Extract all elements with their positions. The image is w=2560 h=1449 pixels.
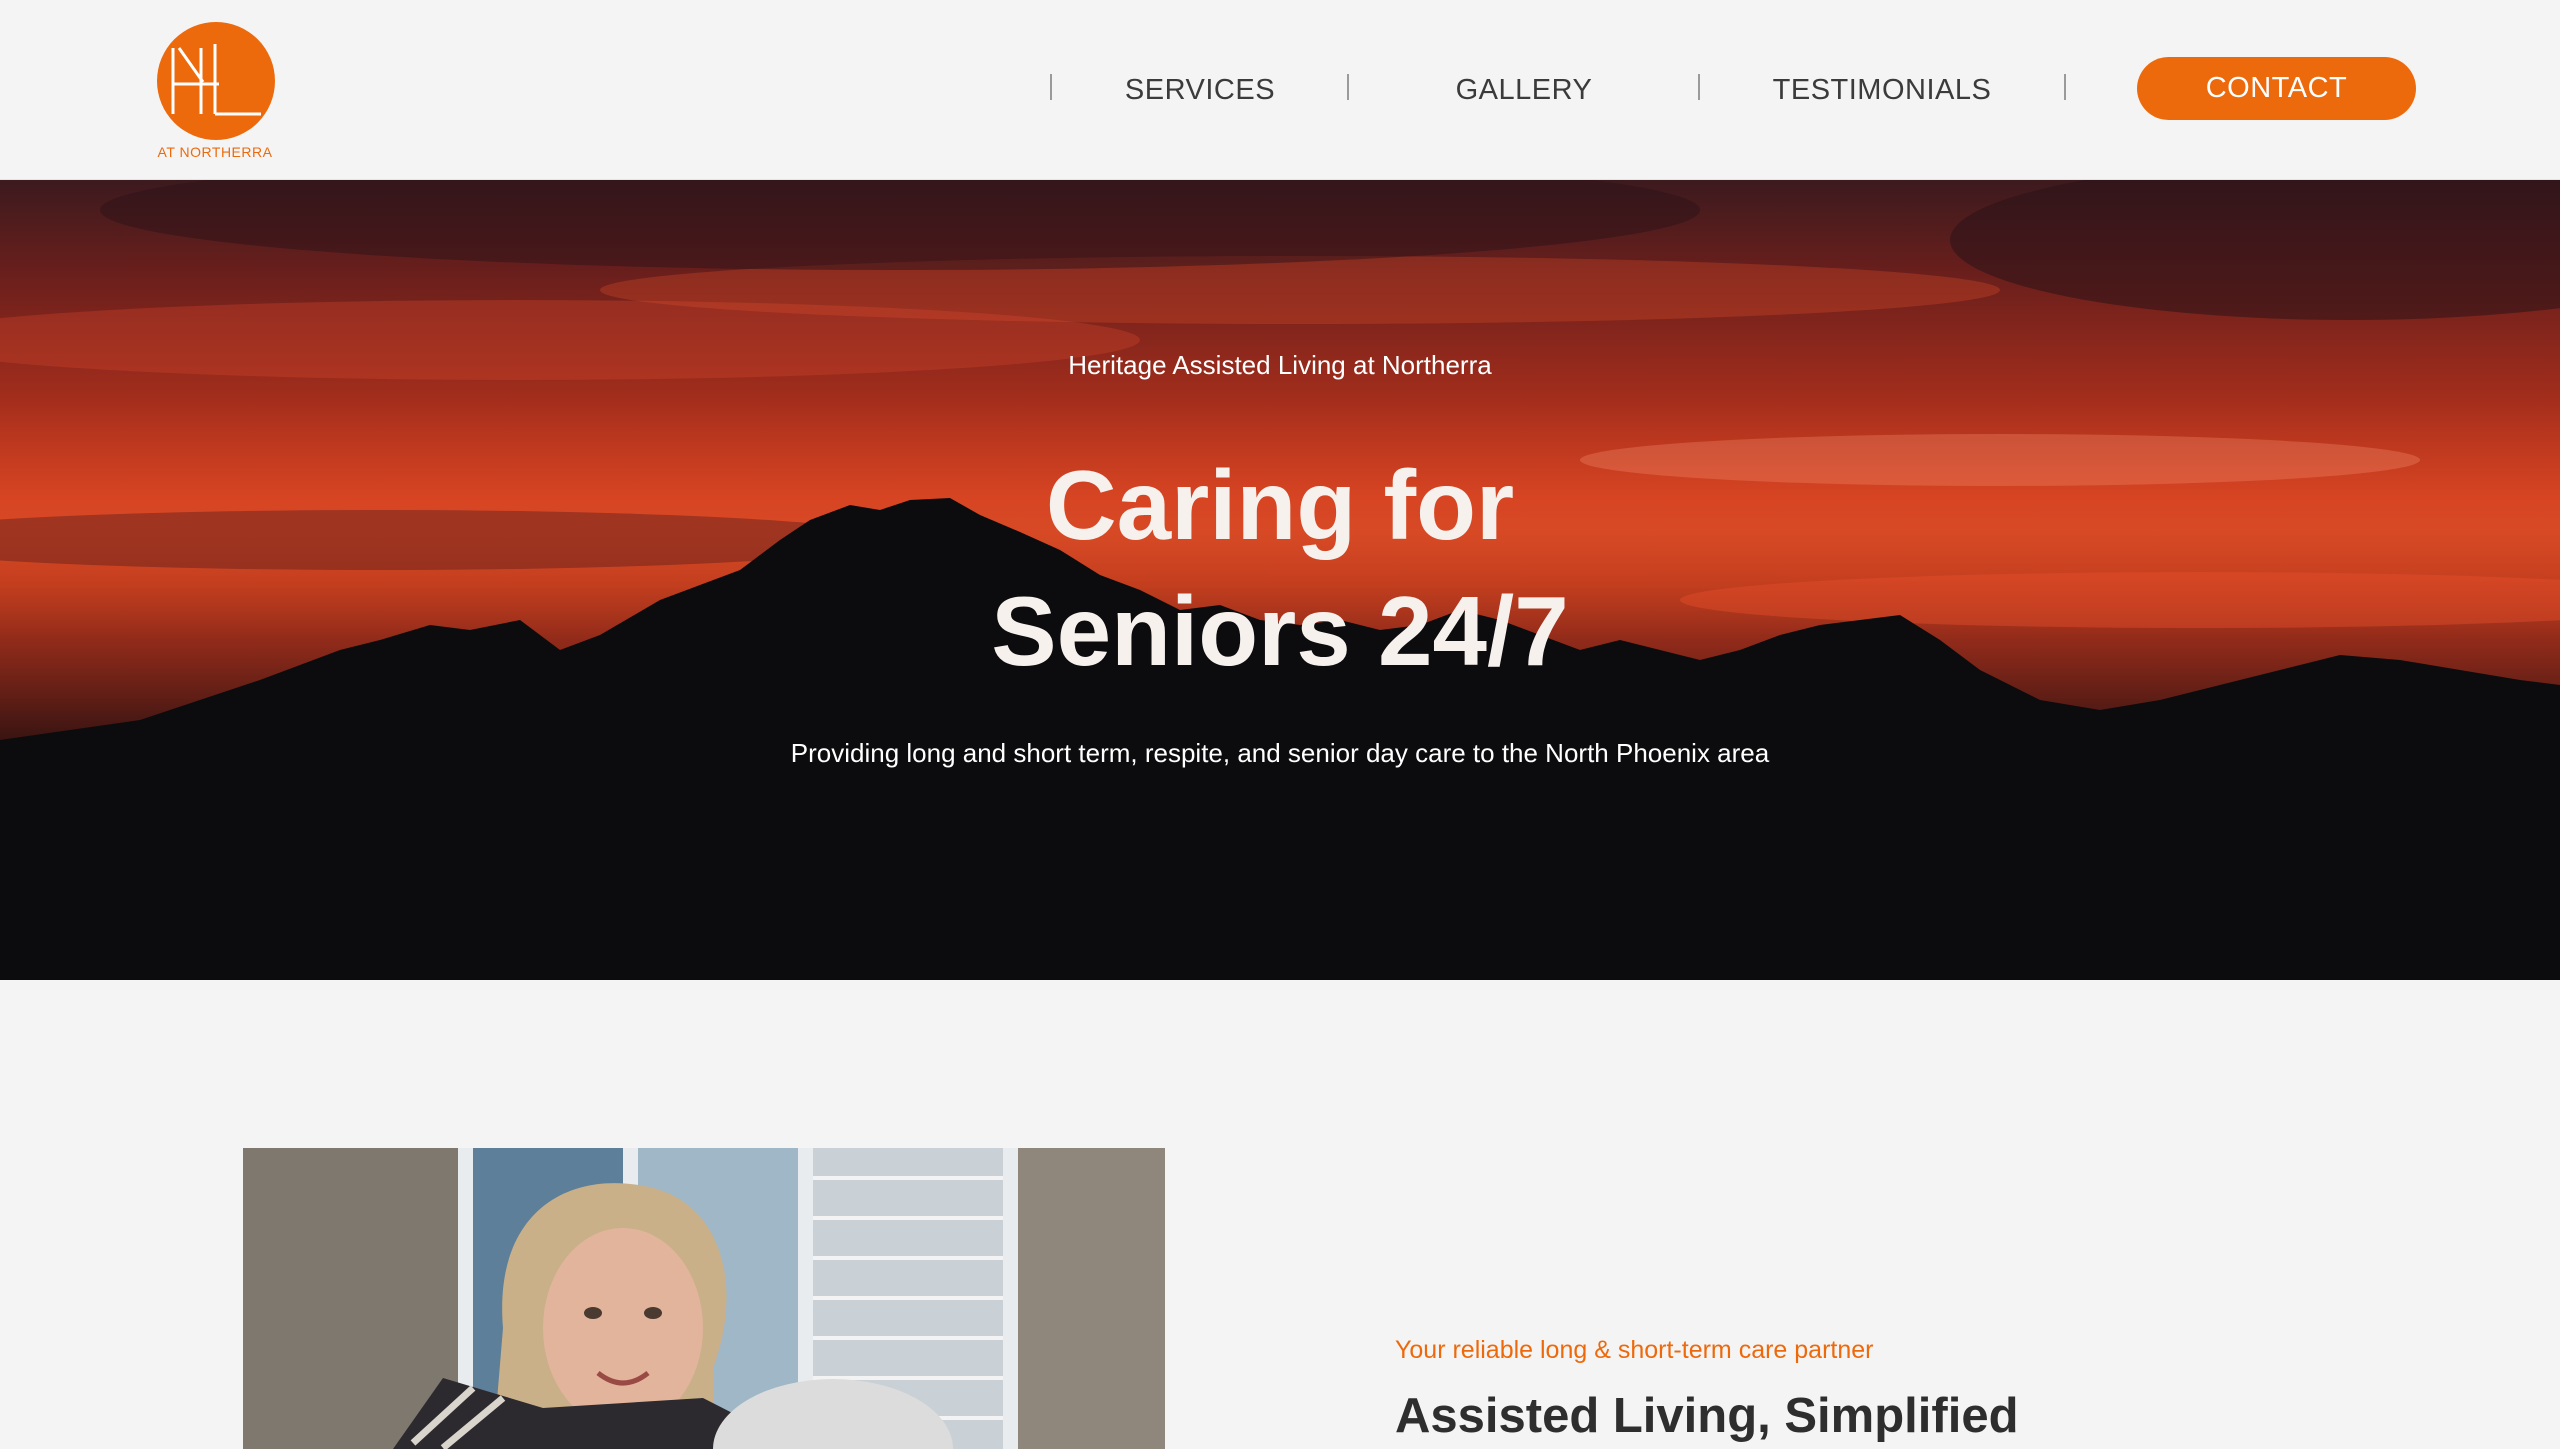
main-nav: SERVICES GALLERY TESTIMONIALS CONTACT <box>0 0 2560 180</box>
hero-description: Providing long and short term, respite, … <box>790 738 1770 768</box>
nav-separator <box>1050 74 1052 100</box>
intro-tagline: Your reliable long & short-term care par… <box>1395 1336 1874 1364</box>
hero-title: Caring for Seniors 24/7 <box>0 442 2560 694</box>
nav-gallery[interactable]: GALLERY <box>1424 70 1624 110</box>
intro-title: Assisted Living, Simplified <box>1395 1389 2019 1443</box>
hero-banner: Heritage Assisted Living at Northerra Ca… <box>0 180 2560 980</box>
hero-title-line1: Caring for <box>1045 450 1515 560</box>
hero-kicker: Heritage Assisted Living at Northerra <box>1068 350 1492 380</box>
caregiver-photo <box>243 1148 1165 1449</box>
nav-testimonials[interactable]: TESTIMONIALS <box>1760 70 2004 110</box>
nav-separator <box>1347 74 1349 100</box>
contact-button[interactable]: CONTACT <box>2137 57 2416 120</box>
site-header: AT NORTHERRA SERVICES GALLERY TESTIMONIA… <box>0 0 2560 180</box>
hero-title-line2: Seniors 24/7 <box>991 576 1569 686</box>
nav-services[interactable]: SERVICES <box>1100 70 1300 110</box>
nav-separator <box>1698 74 1700 100</box>
nav-separator <box>2064 74 2066 100</box>
